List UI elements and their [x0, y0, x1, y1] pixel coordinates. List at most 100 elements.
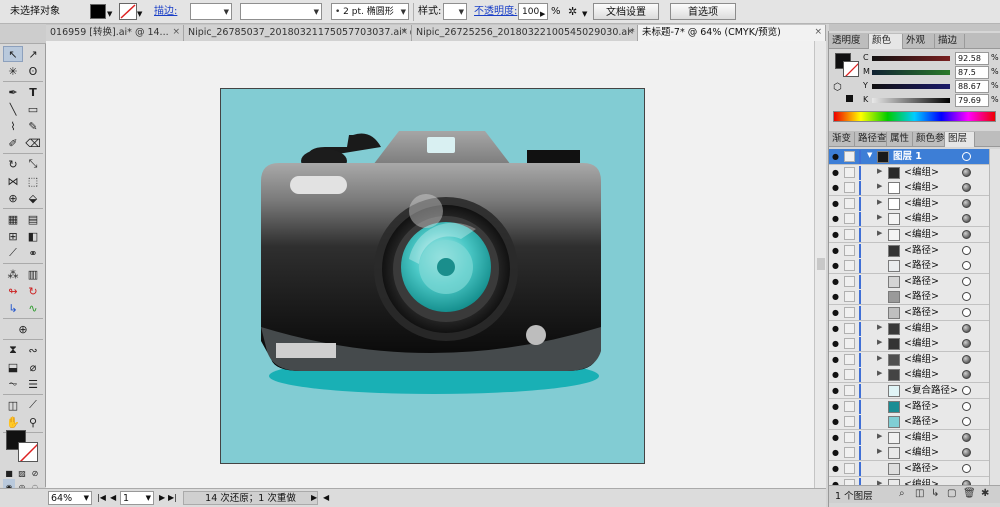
tab-attributes[interactable]: 属性	[887, 132, 913, 147]
visibility-eye-icon[interactable]: ●	[832, 433, 839, 442]
layer-row[interactable]: ● ▶ <编组>	[829, 429, 989, 446]
cyan-track[interactable]	[872, 56, 950, 61]
variable-width-dropdown[interactable]: ▼	[240, 3, 322, 20]
lock-toggle[interactable]	[844, 338, 855, 350]
target-circle-icon[interactable]	[962, 432, 971, 442]
lock-toggle[interactable]	[844, 416, 855, 428]
lock-toggle[interactable]	[844, 447, 855, 459]
expand-arrow-icon[interactable]: ▶	[877, 447, 882, 455]
artboard-number-dropdown[interactable]: 1 ▼	[120, 491, 154, 505]
target-circle-icon[interactable]	[962, 292, 971, 302]
puppet-warp-icon[interactable]: ⬓	[3, 359, 23, 375]
close-tab-icon[interactable]: ×	[400, 25, 408, 40]
visibility-eye-icon[interactable]: ●	[832, 230, 839, 239]
lock-toggle[interactable]	[844, 197, 855, 209]
close-tab-icon[interactable]: ×	[814, 25, 822, 40]
smooth-tool-icon[interactable]: ∿	[23, 300, 43, 316]
target-circle-icon[interactable]	[962, 448, 971, 458]
tab-document-2[interactable]: Nipic_26785037_20180321175057703037.ai* …	[184, 25, 412, 41]
shape-tool-icon[interactable]: ◧	[23, 228, 43, 244]
globe-tool-icon[interactable]: ⊕	[13, 321, 33, 337]
visibility-eye-icon[interactable]: ●	[832, 464, 839, 473]
column-graph-tool-icon[interactable]: ▥	[23, 266, 43, 282]
pen-tool-icon[interactable]: ✒	[3, 84, 23, 100]
visibility-eye-icon[interactable]: ●	[832, 402, 839, 411]
lock-toggle[interactable]	[844, 431, 855, 443]
visibility-eye-icon[interactable]: ●	[832, 168, 839, 177]
cyan-slider[interactable]: C 92.58 %	[863, 52, 999, 65]
layer-row[interactable]: ● <路径>	[829, 461, 989, 477]
live-paint-tool-icon[interactable]: ⬙	[23, 190, 43, 206]
stroke-swatch[interactable]	[18, 442, 38, 462]
recolor-artwork-icon[interactable]: ↻	[23, 283, 43, 299]
expand-arrow-icon[interactable]: ▶	[877, 167, 882, 175]
visibility-eye-icon[interactable]: ●	[832, 417, 839, 426]
stroke-color-swatch[interactable]	[119, 3, 137, 20]
target-circle-icon[interactable]	[962, 386, 971, 395]
layer-row[interactable]: ● <路径>	[829, 414, 989, 431]
layer-row[interactable]: ● ▶ <编组>	[829, 195, 989, 212]
layer-row[interactable]: ● ▶ <编组>	[829, 227, 989, 243]
expand-arrow-icon[interactable]: ▶	[877, 432, 882, 440]
layer-row[interactable]: ● <路径>	[829, 305, 989, 321]
lock-toggle[interactable]	[844, 229, 855, 240]
expand-arrow-icon[interactable]: ▶	[877, 354, 882, 362]
target-circle-icon[interactable]	[962, 354, 971, 364]
color-guide-icon[interactable]: ↬	[3, 283, 23, 299]
vertical-scrollbar[interactable]	[814, 41, 826, 488]
lock-toggle[interactable]	[844, 353, 855, 365]
expand-arrow-icon[interactable]: ▶	[877, 323, 882, 331]
make-clipping-mask-icon[interactable]: ◫	[915, 488, 924, 499]
eraser-tool-icon[interactable]: ⌫	[23, 135, 43, 151]
layer-row[interactable]: ● <复合路径>	[829, 383, 989, 399]
tab-document-1[interactable]: 016959 [转换].ai* @ 14... ×	[46, 25, 184, 41]
lock-toggle[interactable]	[844, 213, 855, 225]
lock-toggle[interactable]	[844, 322, 855, 334]
color-spectrum[interactable]	[833, 111, 996, 122]
blob-brush-tool-icon[interactable]: ✐	[3, 135, 23, 151]
tab-gradient[interactable]: 渐变	[829, 132, 855, 147]
paintbrush-tool-icon[interactable]: ⌇	[3, 118, 23, 134]
current-stroke-swatch[interactable]	[843, 61, 859, 77]
target-circle-icon[interactable]	[962, 464, 971, 473]
visibility-eye-icon[interactable]: ●	[832, 386, 839, 395]
layer-row[interactable]: ● ▶ <编组>	[829, 367, 989, 384]
lock-toggle[interactable]	[844, 369, 855, 381]
visibility-eye-icon[interactable]: ●	[832, 214, 839, 223]
perspective-grid-tool-icon[interactable]: ▦	[3, 211, 23, 227]
target-circle-icon[interactable]	[962, 401, 971, 411]
stroke-weight-dropdown[interactable]: ▼	[190, 3, 232, 20]
rotate-tool-icon[interactable]: ↻	[3, 156, 23, 172]
eyedropper-tool-icon[interactable]: ⟋	[3, 245, 23, 261]
target-circle-icon[interactable]	[962, 261, 971, 271]
black-slider[interactable]: K 79.69 %	[863, 94, 999, 107]
yellow-track[interactable]	[872, 84, 950, 89]
join-tool-icon[interactable]: ↳	[3, 300, 23, 316]
lock-toggle[interactable]	[844, 291, 855, 303]
visibility-eye-icon[interactable]: ●	[832, 355, 839, 364]
magic-wand-tool-icon[interactable]: ✳	[3, 63, 23, 79]
layer-row[interactable]: ● ▶ <编组>	[829, 445, 989, 462]
lock-toggle[interactable]	[844, 166, 855, 178]
target-circle-icon[interactable]	[962, 245, 971, 255]
recolor-dropdown-icon[interactable]: ▼	[582, 6, 587, 23]
first-artboard-icon[interactable]: |◀	[97, 491, 106, 505]
visibility-eye-icon[interactable]: ●	[832, 183, 839, 192]
fill-dropdown-icon[interactable]: ▼	[107, 6, 112, 23]
layer-row-top[interactable]: ● ▼ 图层 1	[829, 149, 989, 165]
tab-document-active[interactable]: 未标题-7* @ 64% (CMYK/预览) ×	[638, 25, 826, 41]
target-circle-icon[interactable]	[962, 417, 971, 427]
yellow-slider[interactable]: Y 88.67 %	[863, 80, 999, 93]
zoom-tool-icon[interactable]: ⚲	[23, 414, 43, 430]
black-track[interactable]	[872, 98, 950, 103]
lock-toggle[interactable]	[844, 463, 855, 474]
shape-builder-tool-icon[interactable]: ⊕	[3, 190, 23, 206]
layer-row[interactable]: ● <路径>	[829, 289, 989, 306]
twirl-tool-icon[interactable]: ⌀	[23, 359, 43, 375]
slice-tool-icon[interactable]: ⟋	[23, 397, 43, 413]
layer-row[interactable]: ● ▶ <编组>	[829, 164, 989, 181]
tab-appearance[interactable]: 外观	[903, 34, 935, 49]
magenta-track[interactable]	[872, 70, 950, 75]
tab-color-guide[interactable]: 颜色参	[913, 132, 945, 147]
target-circle-icon[interactable]	[962, 198, 971, 208]
